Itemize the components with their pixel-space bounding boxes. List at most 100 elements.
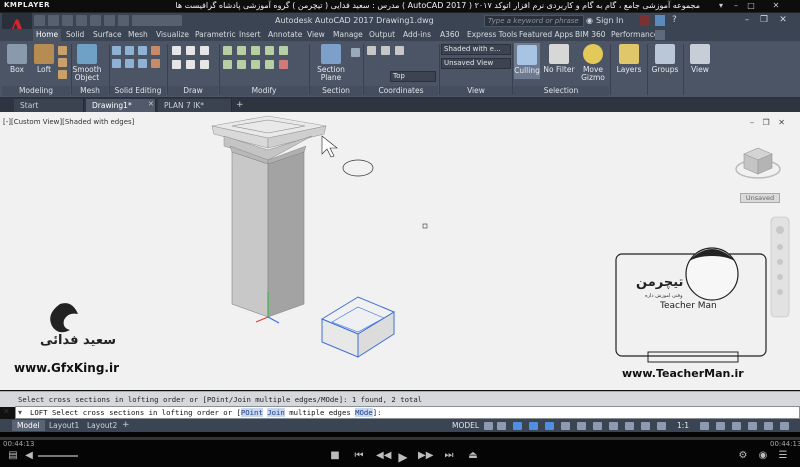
section-tool-icon[interactable] [351,48,360,57]
tab-a360[interactable]: A360 [437,29,462,41]
arc-icon[interactable] [172,60,181,69]
circle-icon[interactable] [200,46,209,55]
3d-osnap-icon[interactable] [625,422,634,430]
mirror-icon[interactable] [265,46,274,55]
sweep-icon[interactable] [58,70,67,79]
dynamic-ucs-icon[interactable] [641,422,650,430]
user-icon[interactable]: ◉ [586,16,593,25]
previous-icon[interactable]: ⏮ [352,450,366,461]
move-icon[interactable] [223,46,232,55]
section-plane-button[interactable]: Section Plane [313,44,349,82]
command-customize-icon[interactable]: ▾ [18,408,22,417]
tab-mesh[interactable]: Mesh [125,29,151,41]
layout-tab-model[interactable]: Model [12,420,45,431]
model-space-toggle[interactable]: MODEL [452,421,479,430]
offset-icon[interactable] [251,60,260,69]
transparency-icon[interactable] [593,422,602,430]
undo-icon[interactable] [104,15,115,26]
loft-button[interactable]: Loft [31,44,57,74]
help-icon[interactable]: ? [672,15,677,25]
smooth-object-button[interactable]: Smooth Object [72,44,102,82]
rotate-icon[interactable] [237,46,246,55]
close-tab-icon[interactable]: ✕ [148,100,154,108]
workspace-dropdown[interactable] [132,15,182,26]
player-logo[interactable]: KMPLAYER [4,1,50,9]
tab-view[interactable]: View [304,29,328,41]
no-filter-button[interactable]: No Filter [543,44,575,74]
snap-icon[interactable] [497,422,506,430]
eject-icon[interactable]: ⏏ [466,450,480,461]
isolate-objects-icon[interactable] [748,422,757,430]
restore-icon[interactable]: ❐ [757,14,771,27]
new-tab-icon[interactable]: + [236,100,244,110]
tab-solid[interactable]: Solid [63,29,87,41]
scale-icon[interactable] [265,60,274,69]
tab-output[interactable]: Output [366,29,398,41]
option-point[interactable]: POint [240,408,263,417]
command-line-close-icon[interactable]: ✕ [3,407,10,416]
option-mode[interactable]: MOde [355,408,373,417]
customization-icon[interactable] [780,422,789,430]
union-icon[interactable] [112,46,121,55]
intersect-icon[interactable] [138,46,147,55]
play-icon[interactable]: ▶ [396,450,410,464]
tab-insert[interactable]: Insert [236,29,264,41]
box-button[interactable]: Box [4,44,30,74]
fillet-edge-icon[interactable] [151,59,160,68]
playlist-icon[interactable]: ▤ [6,450,20,461]
array-icon[interactable] [279,46,288,55]
extract-edges-icon[interactable] [138,59,147,68]
ortho-icon[interactable] [513,422,522,430]
sign-in-link[interactable]: Sign In [596,16,623,25]
erase-icon[interactable] [279,60,288,69]
groups-button[interactable]: Groups [650,44,680,74]
volume-slider[interactable] [38,455,78,457]
culling-button[interactable]: Culling [514,43,540,79]
pin-icon[interactable]: ▾ [715,1,727,11]
selection-cycling-icon[interactable] [609,422,618,430]
viewcube-ucs-menu[interactable]: Unsaved [740,193,780,203]
tab-visualize[interactable]: Visualize [153,29,192,41]
tab-performance[interactable]: Performance [608,29,662,41]
option-join[interactable]: Join [267,408,285,417]
open-icon[interactable] [48,15,59,26]
annotation-monitor-icon[interactable] [716,422,725,430]
layers-button[interactable]: Layers [614,44,644,74]
rewind-icon[interactable]: ◀◀ [376,450,391,461]
file-tab-drawing1[interactable]: Drawing1* [86,99,156,112]
annotation-visibility-icon[interactable] [657,422,666,430]
exchange-icon[interactable] [640,15,650,26]
file-tab-plan[interactable]: PLAN 7 IK* [158,99,232,112]
osnap-icon[interactable] [545,422,554,430]
add-layout-icon[interactable]: + [122,420,130,430]
tab-featured-apps[interactable]: Featured Apps [516,29,576,41]
tab-annotate[interactable]: Annotate [265,29,305,41]
player-maximize-icon[interactable]: □ [745,1,757,11]
tab-manage[interactable]: Manage [330,29,366,41]
view-button[interactable]: View [686,44,714,74]
search-input[interactable]: Type a keyword or phrase [484,15,584,27]
player-close-icon[interactable]: ✕ [770,1,782,11]
ucs-world-icon[interactable] [381,46,390,55]
autodesk-app-icon[interactable] [655,15,665,26]
tab-surface[interactable]: Surface [90,29,125,41]
extrude-icon[interactable] [58,46,67,55]
units-icon[interactable] [732,422,741,430]
subtract-icon[interactable] [125,46,134,55]
revolve-icon[interactable] [58,58,67,67]
volume-icon[interactable]: ◀ [22,450,36,461]
thicken-icon[interactable] [125,59,134,68]
next-icon[interactable]: ⏭ [442,450,456,461]
menu-icon[interactable]: ☰ [776,450,790,461]
trim-icon[interactable] [223,60,232,69]
lineweight-icon[interactable] [577,422,586,430]
save-icon[interactable] [62,15,73,26]
fullscreen-icon[interactable] [764,422,773,430]
workspace-icon[interactable] [700,422,709,430]
polyline-icon[interactable] [186,46,195,55]
saveas-icon[interactable] [76,15,87,26]
line-icon[interactable] [172,46,181,55]
rectangle-icon[interactable] [186,60,195,69]
copy-icon[interactable] [251,46,260,55]
tab-add-ins[interactable]: Add-ins [400,29,434,41]
